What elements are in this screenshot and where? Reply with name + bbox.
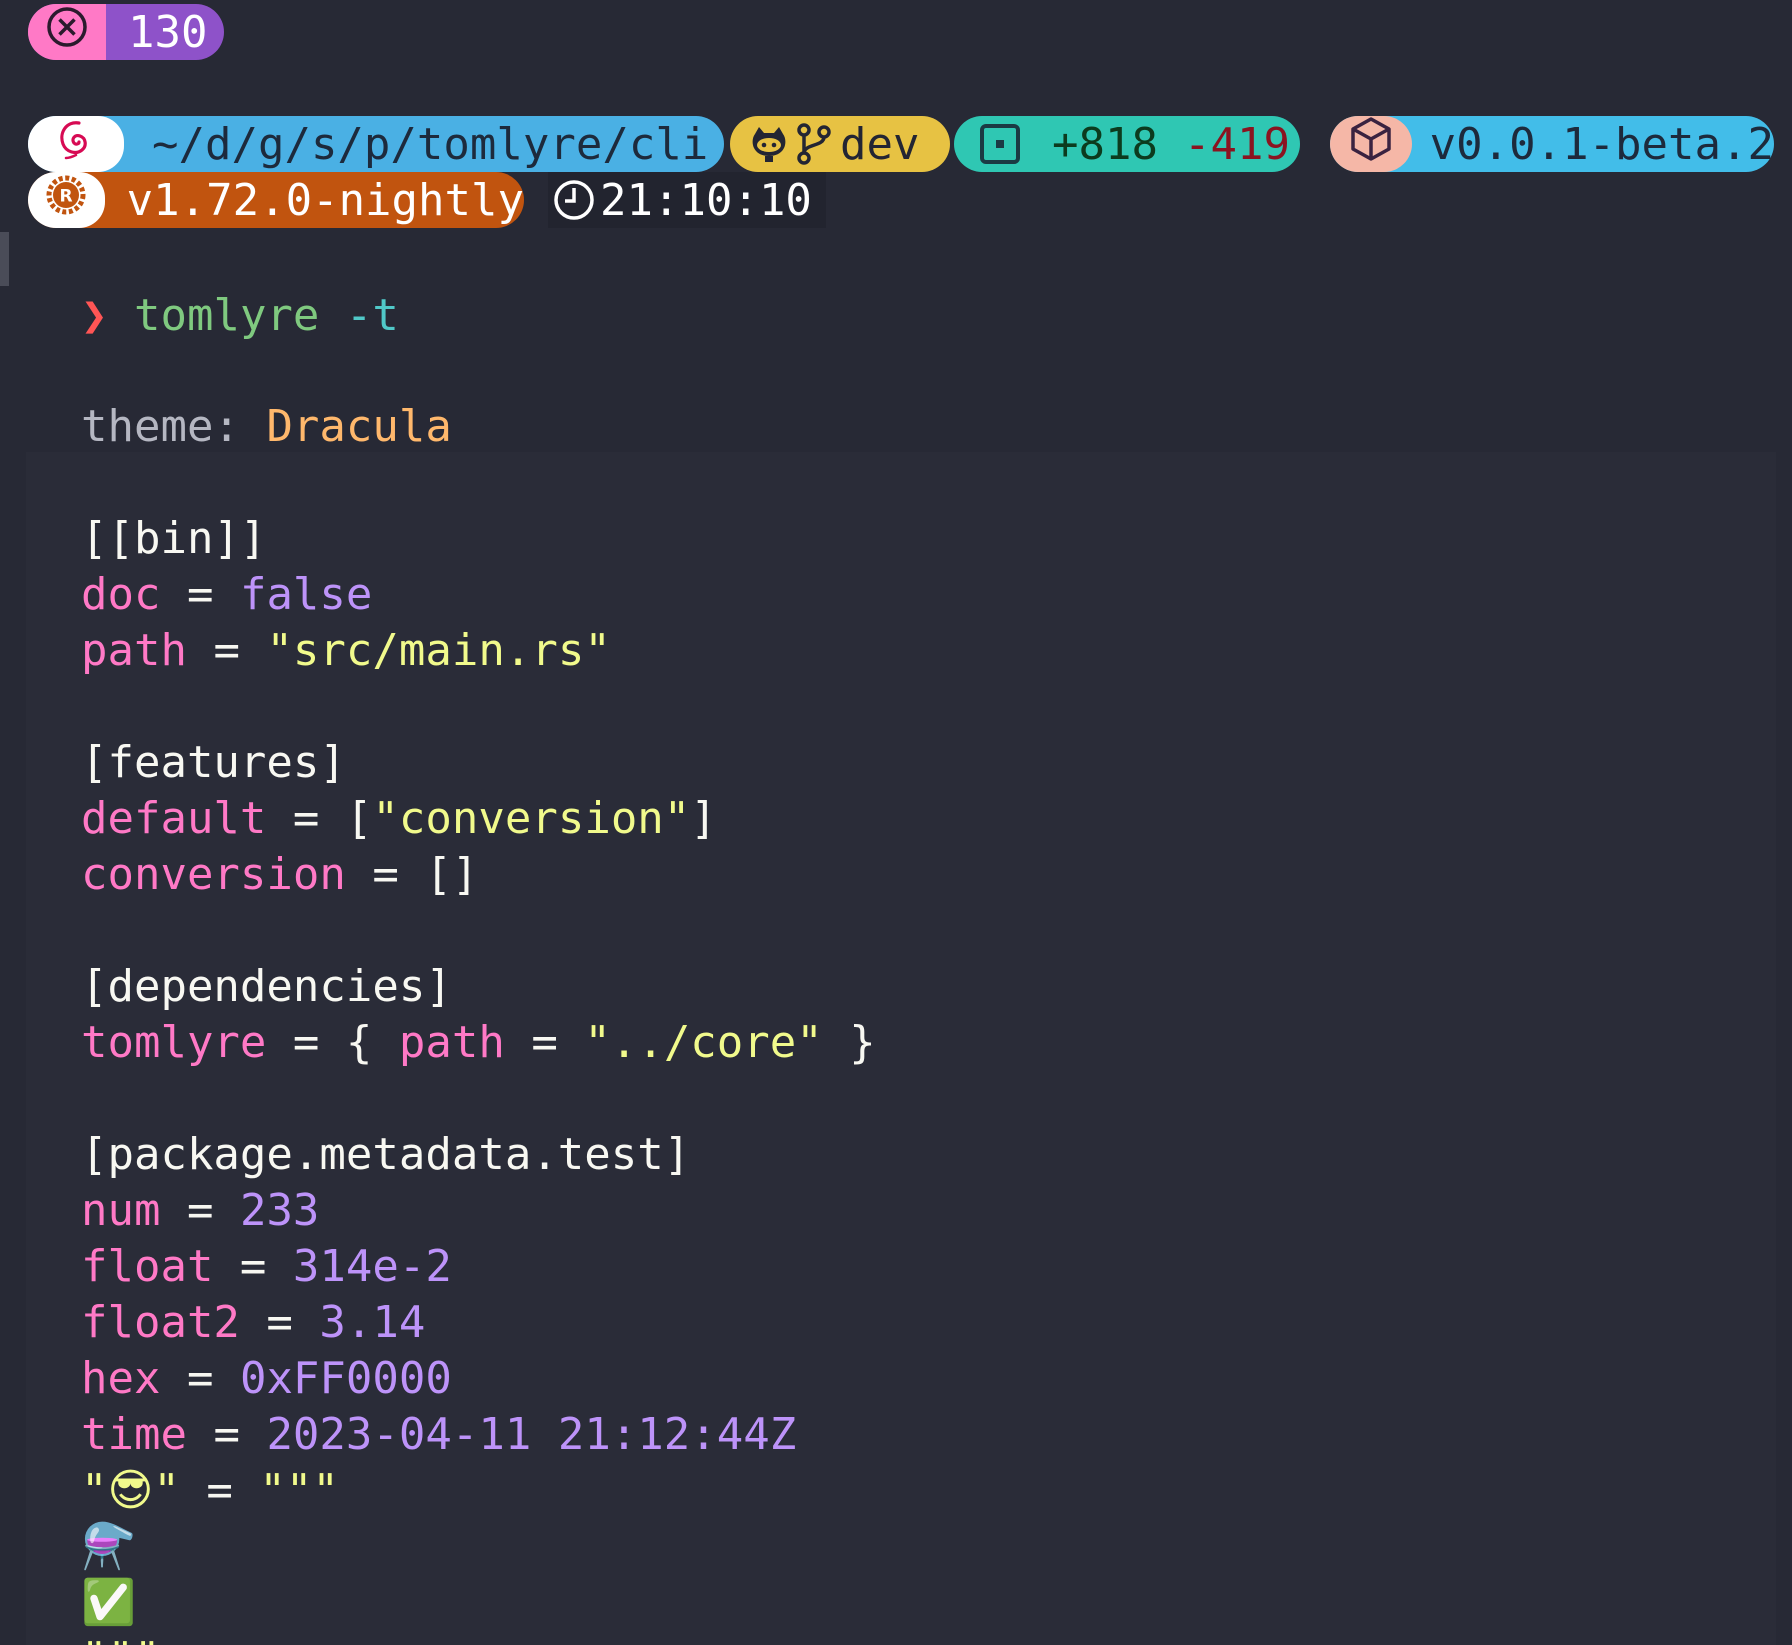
diff-box-icon — [978, 122, 1022, 166]
rust-version: v1.72.0-nightly — [126, 174, 524, 226]
package-icon-segment — [1330, 116, 1412, 172]
debian-icon — [54, 117, 98, 171]
github-icon — [748, 123, 790, 165]
bracket: ] — [690, 793, 717, 844]
toml-line-emoji-1: ⚗️ — [28, 1463, 136, 1572]
theme-line: theme: Dracula — [28, 343, 452, 452]
os-icon-segment — [28, 116, 124, 172]
quote: " — [153, 1465, 180, 1516]
git-branch-segment: dev — [730, 116, 950, 172]
toml-value: [] — [425, 849, 479, 900]
branch-name: dev — [840, 118, 920, 170]
git-diff-segment: +818 -419 — [954, 116, 1300, 172]
prompt-chevron: ❯ — [80, 290, 108, 341]
package-box-icon — [1347, 115, 1395, 173]
toml-key: path — [398, 1017, 505, 1068]
equals-sign: = — [186, 625, 267, 676]
exit-status-code: 130 — [128, 6, 208, 58]
toml-key: conversion — [80, 849, 346, 900]
toml-key: tomlyre — [80, 1017, 267, 1068]
toml-line-conversion: conversion = [] — [28, 791, 478, 900]
toml-line-emoji-key: "😎" = """ — [28, 1407, 339, 1516]
lines-removed: -419 — [1183, 118, 1290, 170]
clock-segment: 21:10:10 — [548, 172, 826, 228]
toml-key: path — [80, 625, 187, 676]
clock-time: 21:10:10 — [600, 174, 812, 226]
toml-line-triple-close: """ — [28, 1575, 160, 1645]
package-version: v0.0.1-beta.2 — [1429, 118, 1774, 170]
toml-line-tomlyre: tomlyre = { path = "../core" } — [28, 959, 876, 1068]
triple-quote-open: """ — [259, 1465, 339, 1516]
current-path: ~/d/g/s/p/tomlyre/cli — [152, 118, 709, 170]
toml-line-float: float = 314e-2 — [28, 1183, 452, 1292]
command-line: ❯ tomlyre -t — [28, 232, 399, 341]
equals-sign: = — [266, 1017, 346, 1068]
toml-line-hex: hex = 0xFF0000 — [28, 1295, 452, 1404]
toml-line-bin-header: [[bin]] — [28, 455, 266, 564]
close-circle-icon — [45, 5, 89, 59]
equals-sign: = — [504, 1017, 585, 1068]
clock-icon — [552, 178, 596, 222]
toml-line-meta-header: [package.metadata.test] — [28, 1071, 690, 1180]
command-flag: -t — [345, 290, 399, 341]
prompt-gutter-mark — [0, 232, 9, 286]
equals-sign: = — [345, 849, 426, 900]
toml-line-emoji-2: ✅ — [28, 1519, 136, 1628]
toml-line-path: path = "src/main.rs" — [28, 567, 611, 676]
exit-status-icon-segment — [28, 4, 106, 60]
package-version-segment: v0.0.1-beta.2 — [1330, 116, 1774, 172]
theme-value: Dracula — [266, 401, 452, 452]
toml-line-default: default = ["conversion"] — [28, 735, 717, 844]
rust-version-segment: R v1.72.0-nightly — [28, 172, 524, 228]
toml-value: "src/main.rs" — [266, 625, 611, 676]
equals-sign: = — [179, 1465, 260, 1516]
git-branch-icon — [794, 122, 834, 166]
theme-label: theme: — [80, 401, 240, 452]
exit-status-badge: 130 — [28, 4, 224, 60]
svg-text:R: R — [60, 187, 73, 207]
command-name: tomlyre — [133, 290, 320, 341]
rust-icon: R — [45, 174, 87, 226]
lines-added: +818 — [1052, 118, 1158, 170]
path-segment: ~/d/g/s/p/tomlyre/cli — [28, 116, 724, 172]
toml-value: "../core" — [584, 1017, 823, 1068]
triple-quote-close: """ — [81, 1633, 160, 1645]
toml-line-features-header: [features] — [28, 679, 346, 788]
brace: } — [822, 1017, 876, 1068]
rust-icon-segment: R — [28, 172, 105, 228]
brace: { — [345, 1017, 399, 1068]
toml-line-deps-header: [dependencies] — [28, 903, 452, 1012]
toml-line-time: time = 2023-04-11 21:12:44Z — [28, 1351, 796, 1460]
toml-line-num: num = 233 — [28, 1127, 319, 1236]
toml-line-doc: doc = false — [28, 511, 372, 620]
toml-line-float2: float2 = 3.14 — [28, 1239, 425, 1348]
toml-value: 2023-04-11 21:12:44Z — [266, 1409, 797, 1460]
